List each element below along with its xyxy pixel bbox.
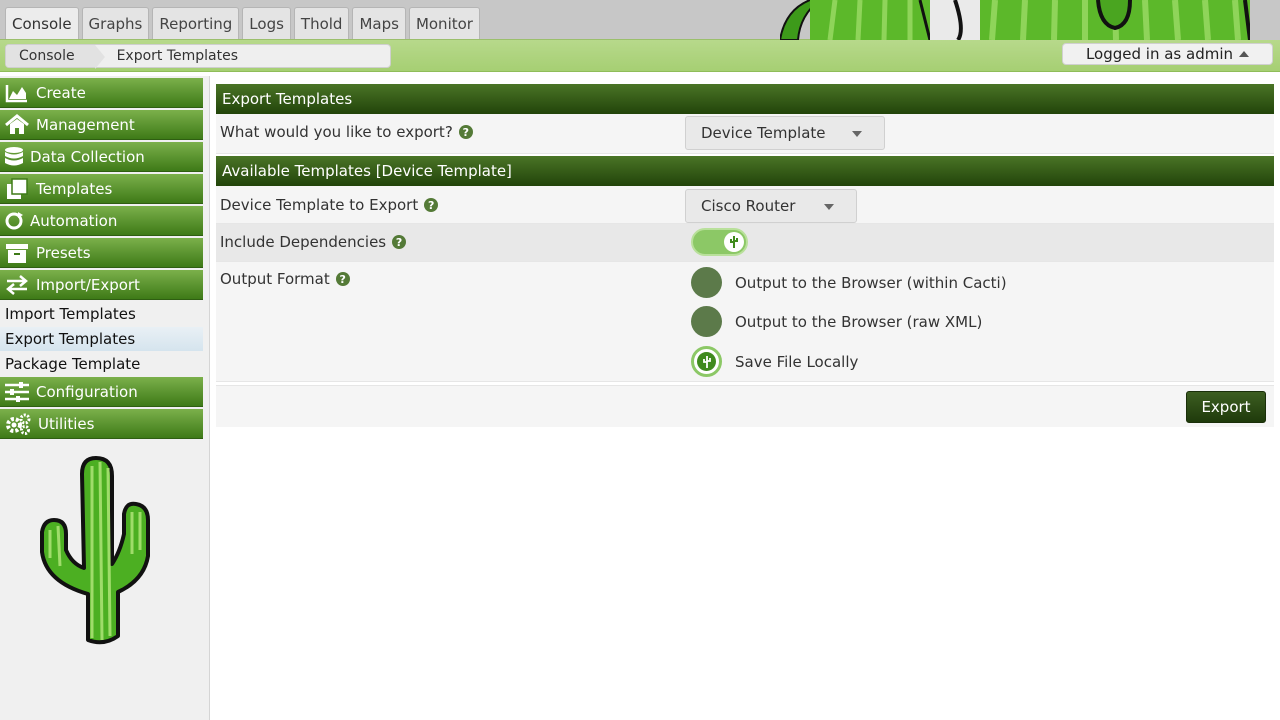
help-icon[interactable]: ?	[392, 235, 407, 249]
toggle-knob	[724, 232, 744, 252]
sidebar-item-label: Create	[36, 83, 86, 102]
include-dependencies-label-wrap: Include Dependencies ?	[220, 233, 407, 251]
device-template-label-wrap: Device Template to Export ?	[220, 196, 439, 214]
breadcrumb-export-templates[interactable]: Export Templates	[95, 45, 251, 67]
output-format-label-wrap: Output Format ?	[220, 270, 350, 288]
sidebar-item-label: Data Collection	[30, 147, 145, 166]
exchange-icon	[4, 274, 30, 296]
tab-maps[interactable]: Maps	[352, 7, 406, 39]
available-templates-header: Available Templates [Device Template]	[216, 156, 1274, 186]
sidebar-item-label: Configuration	[36, 382, 138, 401]
radio-button-checked[interactable]	[691, 346, 722, 377]
help-icon[interactable]: ?	[458, 125, 473, 139]
cogs-icon	[4, 413, 32, 435]
radio-label: Save File Locally	[735, 352, 859, 371]
sidebar-item-templates[interactable]: Templates	[0, 174, 203, 204]
sidebar-item-package-template[interactable]: Package Template	[0, 352, 203, 376]
top-nav-bar: Console Graphs Reporting Logs Thold Maps…	[0, 0, 1280, 40]
sidebar-item-create[interactable]: Create	[0, 78, 203, 108]
sidebar-item-label: Presets	[36, 243, 91, 262]
output-option-save-file[interactable]: Save File Locally	[691, 346, 858, 377]
breadcrumb-bar: Console Export Templates Logged in as ad…	[0, 40, 1280, 72]
database-icon	[4, 146, 24, 168]
output-format-label: Output Format	[220, 270, 330, 288]
include-dependencies-toggle[interactable]	[691, 228, 748, 256]
tab-monitor[interactable]: Monitor	[408, 7, 480, 39]
dropdown-arrow-icon	[852, 131, 862, 137]
breadcrumb-console[interactable]: Console	[6, 45, 105, 69]
user-menu[interactable]: Logged in as admin	[1062, 43, 1273, 65]
export-button[interactable]: Export	[1186, 391, 1266, 423]
area-chart-icon	[4, 82, 30, 104]
output-option-browser[interactable]: Output to the Browser (within Cacti)	[691, 267, 1007, 298]
cacti-logo	[34, 454, 164, 650]
sidebar-item-import-export[interactable]: Import/Export	[0, 270, 203, 300]
sidebar-item-presets[interactable]: Presets	[0, 238, 203, 268]
export-type-row: What would you like to export? ? Device …	[216, 114, 1274, 154]
sidebar-item-label: Management	[36, 115, 135, 134]
radio-button[interactable]	[691, 267, 722, 298]
output-format-row: Output Format ? Output to the Browser (w…	[216, 262, 1274, 382]
radio-button[interactable]	[691, 306, 722, 337]
clone-icon	[4, 177, 30, 200]
cactus-banner-graphic	[780, 0, 1280, 40]
tab-thold[interactable]: Thold	[293, 7, 350, 39]
export-type-label-wrap: What would you like to export? ?	[220, 123, 473, 141]
export-type-select[interactable]: Device Template	[685, 116, 885, 150]
sidebar-item-configuration[interactable]: Configuration	[0, 377, 203, 407]
main-content: Export Templates What would you like to …	[216, 84, 1274, 427]
sidebar-item-import-templates[interactable]: Import Templates	[0, 302, 203, 326]
sidebar-item-label: Utilities	[38, 414, 95, 433]
cactus-check-icon	[697, 352, 716, 371]
sidebar-item-label: Automation	[30, 211, 118, 230]
device-template-value: Cisco Router	[701, 197, 796, 215]
breadcrumb: Console Export Templates	[5, 44, 391, 69]
sidebar-item-automation[interactable]: Automation	[0, 206, 203, 236]
action-bar: Export	[216, 385, 1274, 427]
device-template-label: Device Template to Export	[220, 196, 419, 214]
sidebar-item-label: Templates	[36, 179, 113, 198]
radio-label: Output to the Browser (raw XML)	[735, 312, 983, 331]
export-templates-header: Export Templates	[216, 84, 1274, 114]
refresh-icon	[4, 210, 24, 232]
tab-logs[interactable]: Logs	[242, 7, 291, 39]
include-dependencies-label: Include Dependencies	[220, 233, 387, 251]
sidebar: Create Management Data Collection Templa…	[0, 76, 210, 720]
device-template-select[interactable]: Cisco Router	[685, 189, 857, 223]
sidebar-item-utilities[interactable]: Utilities	[0, 409, 203, 439]
sidebar-item-management[interactable]: Management	[0, 110, 203, 140]
export-type-value: Device Template	[701, 124, 826, 142]
tab-graphs[interactable]: Graphs	[81, 7, 150, 39]
help-icon[interactable]: ?	[424, 198, 439, 212]
dropdown-arrow-icon	[824, 204, 834, 210]
caret-up-icon	[1239, 51, 1250, 57]
radio-label: Output to the Browser (within Cacti)	[735, 273, 1007, 292]
sidebar-item-export-templates[interactable]: Export Templates	[0, 327, 203, 351]
device-template-row: Device Template to Export ? Cisco Router	[216, 186, 1274, 224]
sliders-icon	[4, 381, 30, 403]
include-dependencies-row: Include Dependencies ?	[216, 224, 1274, 262]
sidebar-item-data-collection[interactable]: Data Collection	[0, 142, 203, 172]
tab-reporting[interactable]: Reporting	[152, 7, 240, 39]
output-option-raw-xml[interactable]: Output to the Browser (raw XML)	[691, 306, 982, 337]
archive-icon	[4, 242, 30, 264]
main-tabs: Console Graphs Reporting Logs Thold Maps…	[5, 7, 480, 39]
help-icon[interactable]: ?	[335, 272, 350, 286]
sidebar-item-label: Import/Export	[36, 275, 140, 294]
user-label: Logged in as admin	[1085, 45, 1234, 63]
export-type-label: What would you like to export?	[220, 123, 453, 141]
tab-console[interactable]: Console	[5, 7, 79, 39]
home-icon	[4, 113, 30, 136]
